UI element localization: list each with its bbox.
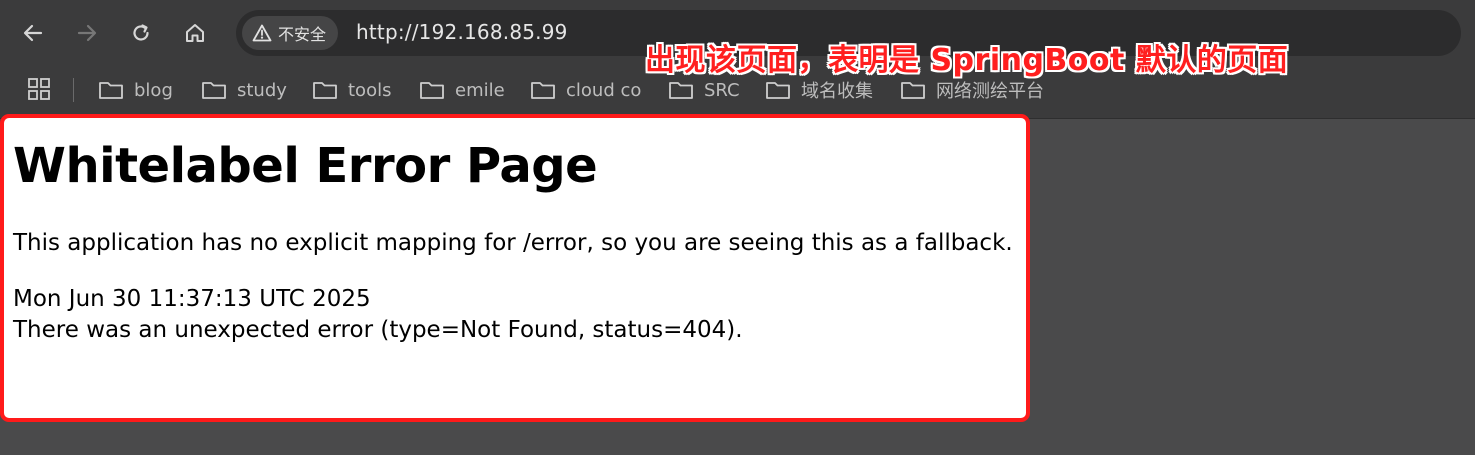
arrow-left-icon <box>23 24 43 42</box>
bookmark-label: SRC <box>704 79 740 101</box>
error-message: This application has no explicit mapping… <box>13 230 1013 256</box>
forward-button[interactable] <box>68 14 106 52</box>
page-title: Whitelabel Error Page <box>13 138 598 194</box>
folder-icon <box>313 82 337 99</box>
bookmark-study[interactable]: study <box>201 76 287 104</box>
reload-button[interactable] <box>122 14 160 52</box>
back-button[interactable] <box>14 14 52 52</box>
bookmark-cloud-co[interactable]: cloud co <box>530 76 641 104</box>
folder-icon <box>531 82 555 99</box>
bookmark-tools[interactable]: tools <box>312 76 391 104</box>
bookmark-src[interactable]: SRC <box>668 76 740 104</box>
url-text[interactable]: http://192.168.85.99 <box>356 20 568 44</box>
folder-icon <box>202 82 226 99</box>
bookmark-domain-collection[interactable]: 域名收集 <box>765 76 873 104</box>
bookmark-emile[interactable]: emile <box>419 76 505 104</box>
site-security-chip[interactable]: 不安全 <box>242 16 339 50</box>
annotation-text: 出现该页面，表明是 SpringBoot 默认的页面 <box>645 43 1289 78</box>
folder-icon <box>901 82 925 99</box>
bookmark-label: blog <box>134 79 173 101</box>
bookmark-label: cloud co <box>566 79 642 101</box>
arrow-right-icon <box>77 24 97 42</box>
home-icon <box>186 24 204 42</box>
error-detail: There was an unexpected error (type=Not … <box>13 317 743 343</box>
bookmark-label: emile <box>455 79 505 101</box>
warning-triangle-icon <box>252 24 272 42</box>
home-button[interactable] <box>176 14 214 52</box>
bookmark-network-mapping[interactable]: 网络测绘平台 <box>900 76 1044 104</box>
apps-grid-icon[interactable] <box>27 77 51 101</box>
folder-icon <box>766 82 790 99</box>
bookmarks-divider <box>73 78 74 102</box>
bookmark-blog[interactable]: blog <box>98 76 173 104</box>
folder-icon <box>420 82 444 99</box>
bookmark-label: 网络测绘平台 <box>936 81 1044 102</box>
bookmark-label: tools <box>348 79 392 101</box>
security-label: 不安全 <box>278 25 327 44</box>
error-timestamp: Mon Jun 30 11:37:13 UTC 2025 <box>13 286 371 312</box>
folder-icon <box>99 82 123 99</box>
folder-icon <box>669 82 693 99</box>
bookmark-label: study <box>237 79 287 101</box>
bookmark-label: 域名收集 <box>801 81 873 102</box>
reload-icon <box>133 24 149 41</box>
page-content-highlight: Whitelabel Error Page This application h… <box>0 114 1030 422</box>
